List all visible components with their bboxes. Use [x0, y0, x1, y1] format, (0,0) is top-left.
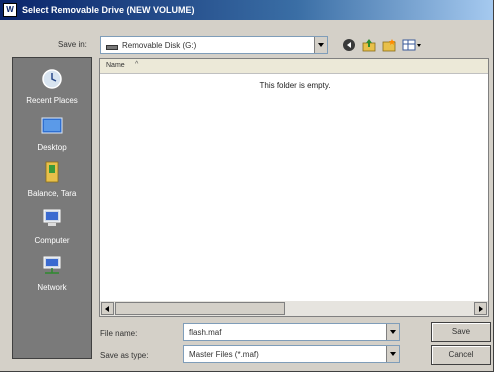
scroll-right-icon[interactable]: [474, 302, 487, 315]
recent-places-icon: [42, 69, 62, 89]
places-label-network: Network: [37, 283, 67, 292]
user-folder-icon: [45, 161, 59, 183]
places-label-desktop: Desktop: [37, 143, 67, 152]
title-bar[interactable]: W Select Removable Drive (NEW VOLUME): [0, 0, 493, 20]
save-as-type-dropdown[interactable]: Master Files (*.maf): [183, 345, 400, 363]
places-label-computer: Computer: [34, 236, 70, 245]
chevron-down-icon[interactable]: [314, 37, 327, 53]
window-title: Select Removable Drive (NEW VOLUME): [22, 5, 195, 15]
file-list[interactable]: Name ^ This folder is empty.: [99, 58, 489, 317]
app-icon: W: [3, 3, 17, 17]
horizontal-scrollbar[interactable]: [100, 301, 488, 316]
up-folder-icon[interactable]: [362, 38, 376, 52]
network-icon: [43, 256, 61, 274]
file-name-input[interactable]: flash.maf: [183, 323, 400, 341]
desktop-icon: [41, 117, 63, 134]
save-in-value: Removable Disk (G:): [122, 41, 197, 50]
file-name-value: flash.maf: [189, 328, 222, 337]
save-as-type-value: Master Files (*.maf): [189, 350, 259, 359]
views-menu-icon[interactable]: [402, 38, 422, 52]
places-item-user-folder[interactable]: Balance, Tara: [13, 161, 91, 206]
save-in-dropdown[interactable]: Removable Disk (G:): [100, 36, 328, 54]
save-dialog-window: W Select Removable Drive (NEW VOLUME) Sa…: [0, 0, 494, 372]
places-item-computer[interactable]: Computer: [13, 208, 91, 253]
places-item-desktop[interactable]: Desktop: [13, 115, 91, 160]
sort-ascending-icon: ^: [135, 61, 139, 68]
removable-disk-icon: [106, 45, 118, 50]
save-button[interactable]: Save: [431, 322, 491, 342]
cancel-button[interactable]: Cancel: [431, 345, 491, 365]
places-item-network[interactable]: Network: [13, 255, 91, 300]
places-label-recent-places: Recent Places: [26, 96, 78, 105]
file-name-label: File name:: [100, 329, 138, 338]
scroll-left-icon[interactable]: [101, 302, 114, 315]
file-name-chevron-down-icon[interactable]: [386, 324, 399, 340]
empty-folder-message: This folder is empty.: [259, 81, 331, 90]
computer-icon: [43, 209, 61, 226]
save-as-type-chevron-down-icon[interactable]: [386, 346, 399, 362]
places-bar: Recent Places Desktop Balance, Tara Comp…: [12, 57, 92, 359]
save-as-type-label: Save as type:: [100, 351, 149, 360]
scrollbar-thumb[interactable]: [115, 302, 285, 315]
new-folder-icon[interactable]: [382, 38, 396, 52]
save-in-label: Save in:: [58, 40, 87, 49]
places-label-user-folder: Balance, Tara: [27, 189, 77, 198]
column-header-name[interactable]: Name ^: [100, 59, 488, 74]
column-header-name-label: Name: [106, 62, 125, 69]
places-item-recent-places[interactable]: Recent Places: [13, 68, 91, 113]
back-icon[interactable]: [342, 38, 356, 52]
